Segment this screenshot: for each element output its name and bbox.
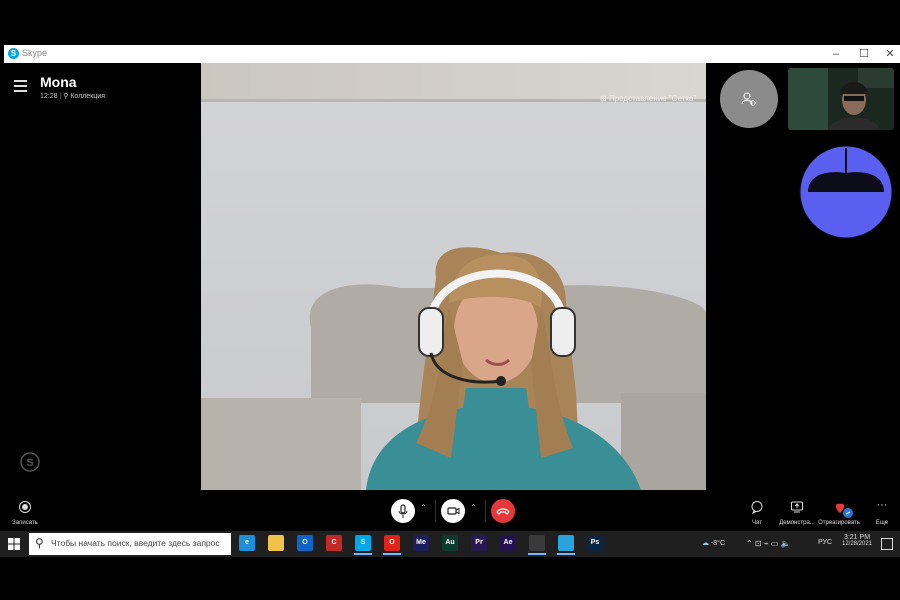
weather-temp: -8°C [710,540,726,547]
participant-video [201,63,706,490]
camera-icon [447,507,460,515]
taskbar-app-outlook-icon[interactable]: O [297,535,313,551]
camera-button[interactable] [441,499,465,523]
contact-name: Mona [40,74,77,90]
chat-icon [751,501,763,515]
microphone-icon [398,504,408,518]
react-button[interactable] [832,499,853,518]
active-app-indicator [383,553,401,555]
record-label: Записать [12,520,38,526]
weather-widget[interactable]: ☁ -8°C [702,539,725,547]
search-placeholder: Чтобы начать поиск, введите здесь запрос [51,538,220,548]
video-frame-image [201,63,706,490]
more-options-icon[interactable]: ··· [875,500,889,514]
taskbar-app-audition-icon[interactable]: Au [442,535,458,551]
active-app-indicator [528,553,546,555]
taskbar-app-telegram-icon[interactable] [558,535,574,551]
taskbar-app-media-encoder-icon[interactable]: Me [413,535,429,551]
end-call-button[interactable] [491,499,515,523]
share-screen-icon [791,501,803,513]
window-titlebar: S Skype – ☐ ✕ [4,45,900,63]
minimize-button[interactable]: – [822,45,850,63]
self-video-thumbnail[interactable] [788,68,894,130]
mic-options-chevron-icon[interactable]: ⌃ [420,503,427,512]
taskbar-app-edge-icon[interactable]: e [239,535,255,551]
chat-button[interactable] [750,500,764,515]
taskbar-app-photoshop-icon[interactable]: Ps [587,535,603,551]
notifications-icon[interactable] [881,538,893,550]
language-indicator[interactable]: РУС [818,539,832,546]
chat-label: Чат [752,520,762,526]
more-label: Еще [875,520,889,526]
grid-view-toggle[interactable]: ⊞ Представление "Сетка" [600,94,696,103]
window-title: Skype [22,48,48,58]
call-group-link[interactable]: Коллекция [70,93,105,100]
participant-avatar[interactable] [720,70,778,128]
taskbar-app-opera-icon[interactable]: O [384,535,400,551]
self-video-image [788,68,894,130]
share-screen-button[interactable] [790,500,804,514]
active-app-indicator [557,553,575,555]
clock-date: 12/28/2021 [841,541,873,547]
share-label: Демонстра... [779,520,815,526]
search-icon: ⚲ [63,93,69,100]
skype-app-icon: S [8,48,19,59]
taskbar-app-c-app-icon[interactable]: C [326,535,342,551]
record-icon [19,501,31,513]
maximize-button[interactable]: ☐ [850,45,878,63]
taskbar-search-box[interactable]: ⚲ Чтобы начать поиск, введите здесь запр… [29,533,231,555]
svg-text:S: S [26,457,33,469]
close-button[interactable]: ✕ [876,45,900,63]
tray-icons[interactable]: ⌃ ⊡ ⌁ ▭ 🔈 [746,539,791,548]
grid-view-label: Представление "Сетка" [608,94,697,103]
record-button[interactable] [18,500,32,514]
taskbar-app-premiere-icon[interactable]: Pr [471,535,487,551]
heart-icon [835,503,853,518]
divider [435,500,436,522]
clock[interactable]: 3:21 PM 12/28/2021 [840,534,874,547]
skype-logo-icon: S [20,452,40,472]
active-app-indicator [354,553,372,555]
windows-start-icon[interactable] [8,537,20,550]
clock-time: 3:21 PM [843,534,871,541]
camera-options-chevron-icon[interactable]: ⌃ [470,503,477,512]
add-person-icon [741,92,756,106]
hang-up-icon [496,508,510,515]
taskbar-app-obs-icon[interactable] [529,535,545,551]
organization-logo [798,145,896,240]
taskbar-app-skype-icon[interactable]: S [355,535,371,551]
call-timer: 12:28 [40,93,58,100]
react-label: Отреагировать [818,520,860,526]
taskbar-app-explorer-icon[interactable] [268,535,284,551]
call-meta: 12:28 | ⚲ Коллекция [40,92,105,100]
divider [485,500,486,522]
hamburger-menu-icon[interactable] [14,80,27,92]
taskbar-app-after-effects-icon[interactable]: Ae [500,535,516,551]
microphone-button[interactable] [391,499,415,523]
search-icon: ⚲ [35,536,44,550]
grid-icon: ⊞ [600,94,607,103]
cloud-icon: ☁ [702,540,709,547]
